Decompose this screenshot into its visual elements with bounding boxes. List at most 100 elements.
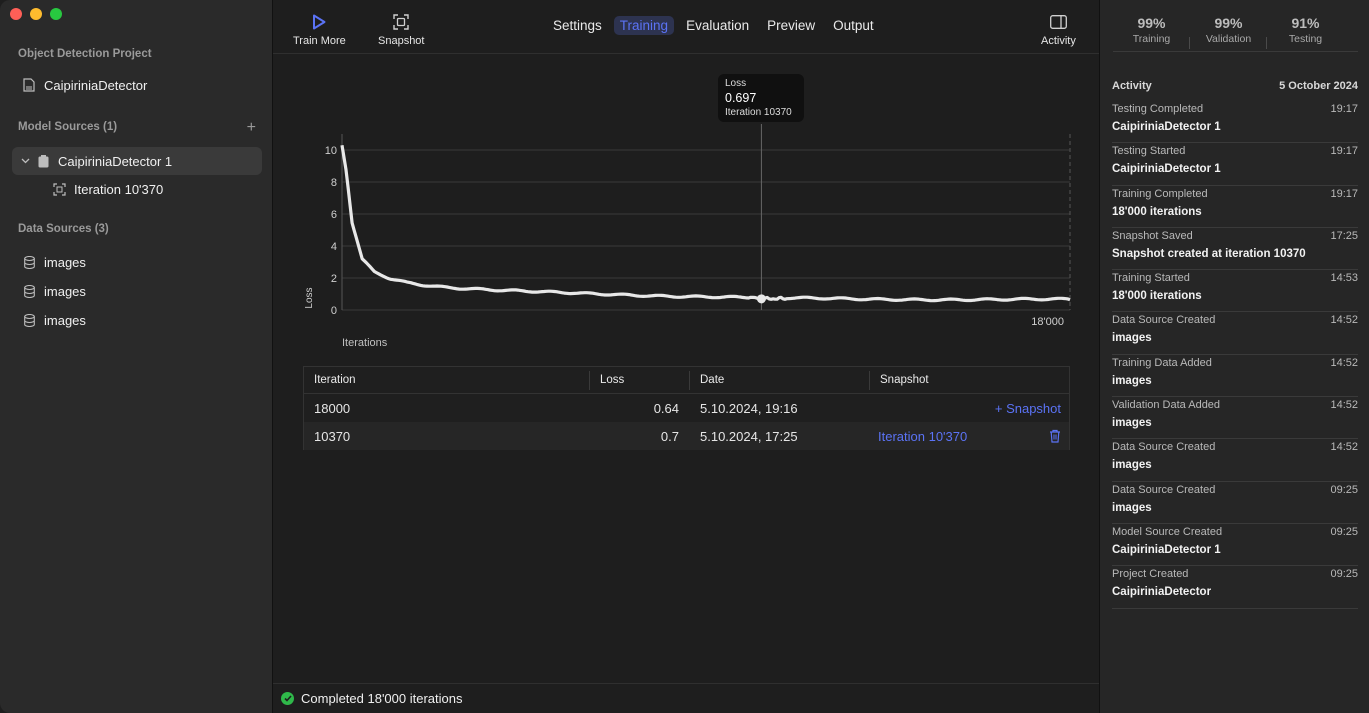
table-row[interactable]: 18000 0.64 5.10.2024, 19:16 + Snapshot	[304, 394, 1069, 422]
activity-panel: 99% Training 99% Validation 91% Testing …	[1099, 0, 1369, 713]
snapshot-link[interactable]: Iteration 10'370	[878, 422, 967, 450]
sidebar-item-data-source[interactable]: images	[22, 306, 262, 334]
activity-toggle-button[interactable]: Activity	[1041, 12, 1076, 47]
activity-item-detail: 18'000 iterations	[1112, 205, 1202, 218]
activity-item-title: Project Created	[1112, 568, 1189, 581]
chevron-down-icon[interactable]	[20, 154, 30, 168]
database-icon	[22, 313, 36, 327]
activity-item: Data Source Created 14:52 images	[1112, 312, 1358, 355]
iteration-label: Iteration 10'370	[74, 181, 164, 197]
sidebar-item-iteration[interactable]: Iteration 10'370	[52, 175, 262, 203]
y-tick-label: 4	[331, 241, 337, 253]
activity-item-detail: CaipiriniaDetector 1	[1112, 121, 1221, 133]
stat-testing: 91% Testing	[1267, 15, 1344, 51]
cell-date: 5.10.2024, 19:16	[700, 400, 798, 416]
sidebar-item-data-source[interactable]: images	[22, 248, 262, 276]
y-tick-label: 2	[331, 273, 337, 285]
cell-loss: 0.7	[660, 428, 679, 444]
activity-item-detail: CaipiriniaDetector 1	[1112, 163, 1221, 176]
sidebar-item-data-source[interactable]: images	[22, 277, 262, 305]
tab-evaluation[interactable]: Evaluation	[680, 16, 755, 35]
tab-settings[interactable]: Settings	[547, 16, 608, 35]
sidebar-item-model-source[interactable]: CaipiriniaDetector 1	[12, 147, 262, 175]
activity-item: Model Source Created 09:25 CaipiriniaDetec…	[1112, 524, 1358, 567]
activity-item-time: 14:52	[1330, 399, 1358, 412]
activity-item-title: Snapshot Saved	[1112, 229, 1193, 242]
cell-loss: 0.64	[653, 400, 679, 416]
x-axis-title: Iterations	[342, 337, 388, 349]
add-snapshot-button[interactable]: + Snapshot	[995, 394, 1061, 422]
sidebar: Object Detection Project CaipiriniaDetec…	[0, 0, 273, 713]
activity-item: Validation Data Added 14:52 images	[1112, 397, 1358, 440]
model-source-name: CaipiriniaDetector 1	[58, 153, 173, 169]
activity-label: Activity	[1041, 35, 1076, 47]
activity-item-time: 14:52	[1330, 356, 1358, 369]
activity-item-title: Training Data Added	[1112, 356, 1212, 369]
y-tick-label: 8	[331, 177, 337, 189]
activity-item-time: 14:53	[1330, 272, 1358, 285]
trash-icon[interactable]	[1049, 422, 1061, 450]
x-tick-label: 18'000	[1031, 316, 1064, 328]
activity-item-time: 19:17	[1330, 145, 1358, 158]
column-header-iteration[interactable]: Iteration	[314, 367, 356, 393]
activity-item-title: Testing Completed	[1112, 103, 1204, 115]
activity-item: Data Source Created 14:52 images	[1112, 439, 1358, 482]
y-tick-label: 10	[325, 145, 337, 157]
activity-title: Activity	[1112, 80, 1152, 92]
loss-chart[interactable]: 0 2 4 6 8 10 18'000 Loss	[273, 54, 1099, 354]
tab-output[interactable]: Output	[827, 16, 880, 35]
status-bar: Completed 18'000 iterations	[273, 683, 1099, 713]
y-axis-title: Loss	[304, 287, 315, 308]
activity-item-title: Training Started	[1112, 272, 1190, 285]
status-text: Completed 18'000 iterations	[301, 691, 463, 706]
play-icon	[312, 12, 326, 32]
activity-item-detail: 18'000 iterations	[1112, 290, 1202, 303]
activity-item-title: Data Source Created	[1112, 483, 1216, 496]
snapshot-icon	[393, 12, 409, 32]
data-sources-section-header: Data Sources (3)	[18, 223, 109, 235]
database-icon	[22, 255, 36, 269]
activity-item-title: Validation Data Added	[1112, 399, 1221, 412]
sidebar-item-project[interactable]: CaipiriniaDetector	[22, 71, 262, 99]
activity-item-time: 19:17	[1330, 187, 1358, 200]
activity-header: Activity 5 October 2024	[1112, 80, 1358, 92]
activity-item-detail: Snapshot created at iteration 10370	[1112, 247, 1306, 260]
zoom-window-button[interactable]	[50, 8, 62, 20]
add-model-source-button[interactable]: +	[247, 120, 256, 136]
activity-item-title: Testing Started	[1112, 145, 1186, 158]
activity-item: Testing Started 19:17 CaipiriniaDetector 1	[1112, 143, 1358, 186]
column-header-loss[interactable]: Loss	[600, 367, 624, 393]
activity-list: Testing Completed 19:17 CaipiriniaDetector…	[1112, 101, 1358, 609]
close-window-button[interactable]	[10, 8, 22, 20]
toolbar: Train More Snapshot Settings Training Ev…	[273, 0, 1099, 54]
activity-item-detail: images	[1112, 501, 1152, 514]
minimize-window-button[interactable]	[30, 8, 42, 20]
sidebar-right-icon	[1049, 12, 1067, 32]
snapshot-button[interactable]: Snapshot	[378, 12, 424, 47]
column-header-date[interactable]: Date	[700, 367, 724, 393]
chart-tooltip: Loss 0.697 Iteration 10370	[718, 74, 804, 122]
activity-item-detail: images	[1112, 459, 1152, 472]
tooltip-title: Loss	[725, 78, 747, 89]
activity-item-detail: images	[1112, 417, 1152, 430]
highlight-point	[756, 294, 766, 304]
database-icon	[22, 284, 36, 298]
tab-preview[interactable]: Preview	[761, 16, 821, 35]
activity-item: Testing Completed 19:17 CaipiriniaDetector…	[1112, 101, 1358, 144]
train-more-button[interactable]: Train More	[293, 12, 346, 47]
activity-item-time: 17:25	[1330, 229, 1358, 242]
activity-item: Snapshot Saved 17:25 Snapshot created at i…	[1112, 228, 1358, 271]
data-source-name: images	[44, 254, 86, 270]
activity-date: 5 October 2024	[1279, 80, 1358, 92]
tab-training[interactable]: Training	[613, 16, 675, 35]
activity-item-title: Model Source Created	[1112, 525, 1223, 538]
document-icon	[22, 78, 36, 92]
activity-item: Data Source Created 09:25 images	[1112, 482, 1358, 524]
table-row[interactable]: 10370 0.7 5.10.2024, 17:25 Iteration 10'…	[304, 422, 1069, 450]
cell-date: 5.10.2024, 17:25	[700, 428, 798, 444]
activity-item-time: 19:17	[1330, 103, 1358, 115]
table-header: Iteration Loss Date Snapshot	[304, 367, 1069, 394]
column-header-snapshot[interactable]: Snapshot	[880, 367, 929, 393]
data-source-name: images	[44, 283, 86, 299]
activity-item-title: Data Source Created	[1112, 314, 1216, 327]
